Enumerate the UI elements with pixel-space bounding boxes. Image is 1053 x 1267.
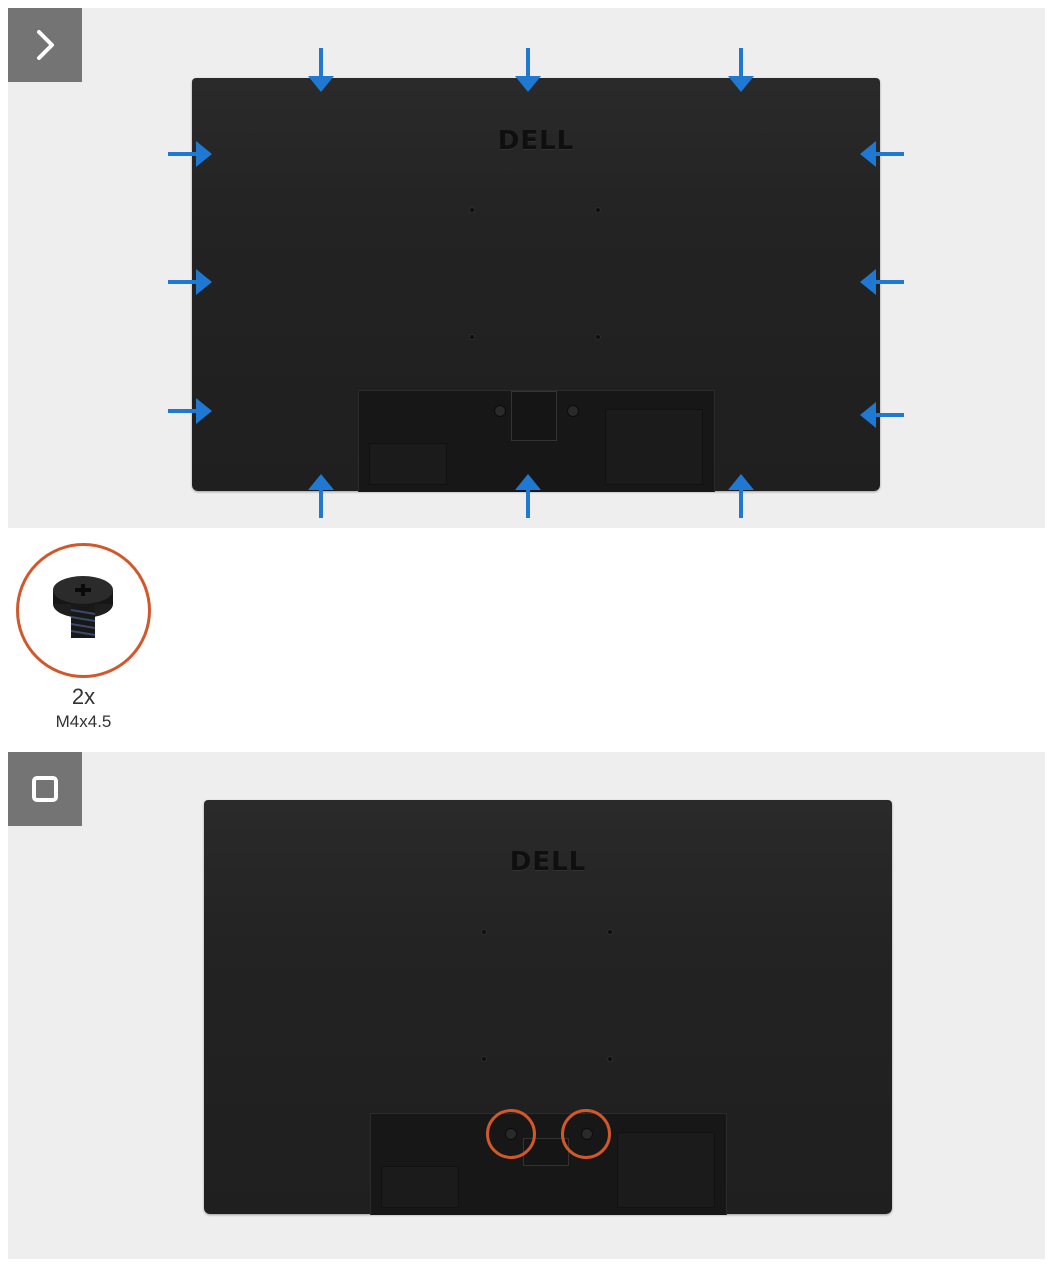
square-stop-icon xyxy=(32,776,58,802)
pry-arrow-up xyxy=(515,474,541,518)
pry-arrow-left xyxy=(860,269,904,295)
screw-callout xyxy=(16,543,151,678)
stand-mount-area xyxy=(370,1109,727,1215)
screw-highlight-ring xyxy=(561,1109,611,1159)
step-1-panel: DELL xyxy=(8,8,1045,528)
screw-spec: M4x4.5 xyxy=(55,712,112,731)
pry-arrow-right xyxy=(168,141,212,167)
vesa-hole xyxy=(482,930,486,934)
step-2-badge xyxy=(8,752,82,826)
vesa-hole xyxy=(482,1057,486,1061)
screw-icon xyxy=(53,576,113,638)
pry-arrow-right xyxy=(168,269,212,295)
rear-panel-block xyxy=(381,1166,459,1208)
pry-arrows xyxy=(168,48,904,518)
pry-arrow-left xyxy=(860,141,904,167)
pry-arrow-up xyxy=(728,474,754,518)
pry-arrow-right xyxy=(168,398,212,424)
dell-logo: DELL xyxy=(509,847,587,877)
pry-arrow-up xyxy=(308,474,334,518)
screw-count: 2x xyxy=(71,684,96,709)
vesa-hole xyxy=(608,930,612,934)
step-2-panel: DELL xyxy=(8,752,1045,1259)
pry-arrow-down xyxy=(515,48,541,92)
screw-highlight-ring xyxy=(486,1109,536,1159)
pry-arrow-down xyxy=(728,48,754,92)
monitor-back-cover: DELL xyxy=(204,800,892,1215)
rear-panel-block xyxy=(617,1132,715,1208)
pry-arrow-left xyxy=(860,402,904,428)
pry-arrow-down xyxy=(308,48,334,92)
vesa-hole xyxy=(608,1057,612,1061)
